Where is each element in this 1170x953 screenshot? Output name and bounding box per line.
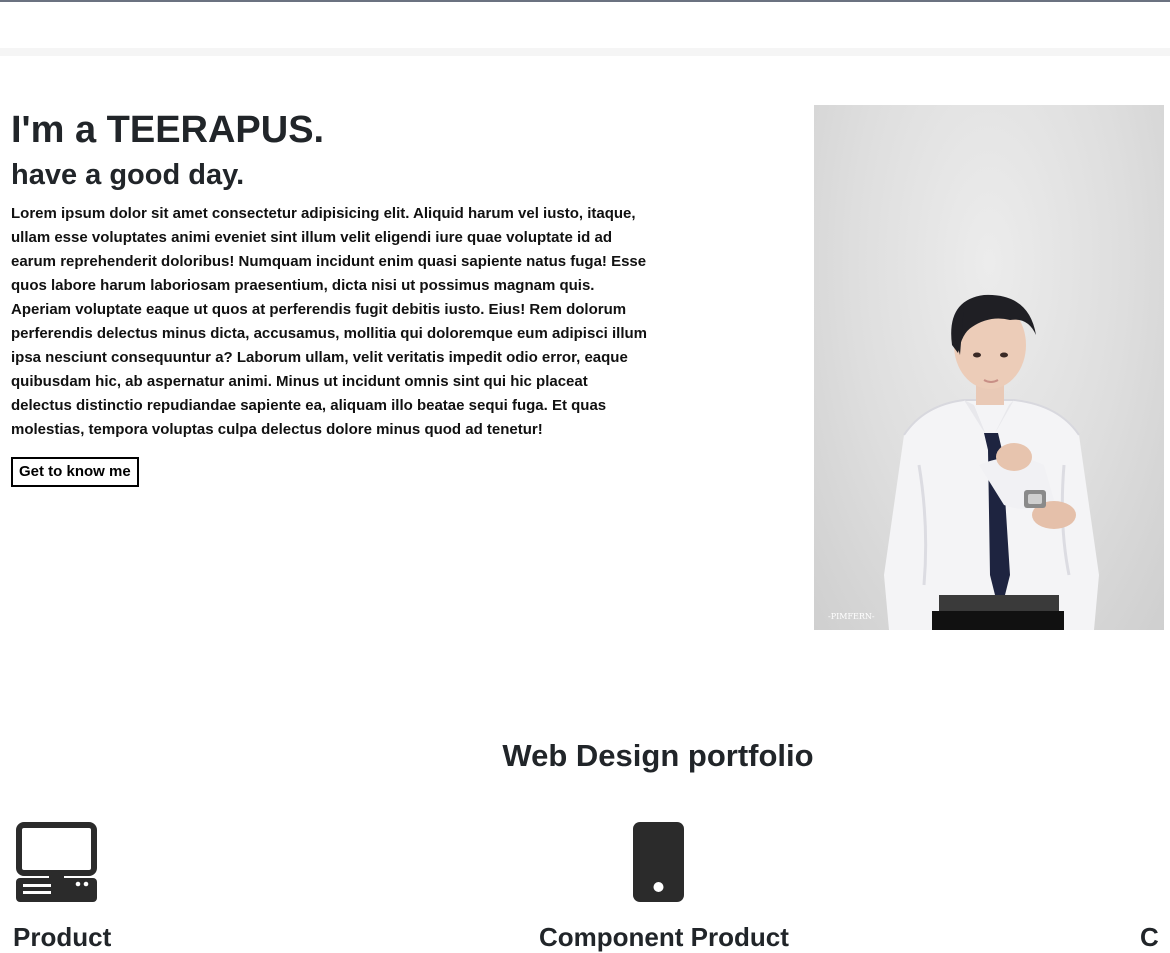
get-to-know-me-button[interactable]: Get to know me: [11, 457, 139, 487]
photo-watermark: -PIMFERN-: [828, 612, 875, 621]
mobile-phone-icon: [633, 822, 684, 907]
navbar: [0, 2, 1170, 56]
hero-section: I'm a TEERAPUS. have a good day. Lorem i…: [11, 108, 651, 487]
hero-subtitle: have a good day.: [11, 159, 245, 191]
profile-photo-illustration: -PIMFERN-: [828, 294, 1099, 630]
desktop-computer-icon: [16, 822, 97, 907]
card-label-product: Product: [13, 922, 112, 952]
portfolio-title: Web Design portfolio: [502, 738, 814, 773]
card-label-third: C: [1140, 922, 1159, 952]
profile-photo: -PIMFERN-: [814, 105, 1164, 630]
card-label-component-product: Component Product: [539, 922, 789, 952]
hero-title: I'm a TEERAPUS.: [11, 109, 325, 151]
hero-paragraph: Lorem ipsum dolor sit amet consectetur a…: [11, 205, 647, 438]
